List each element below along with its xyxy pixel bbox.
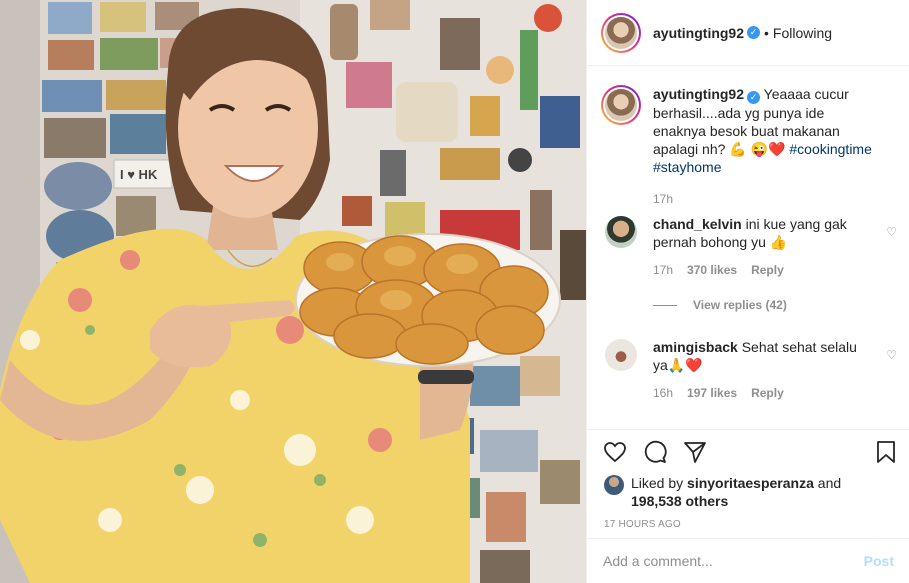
reply-button[interactable]: Reply bbox=[751, 261, 784, 279]
avatar-image bbox=[605, 89, 637, 121]
small-heart-icon[interactable]: ♡ bbox=[886, 348, 897, 362]
liked-by-user[interactable]: sinyoritaesperanza bbox=[687, 475, 814, 491]
add-comment-bar: Post bbox=[587, 538, 909, 583]
action-bar bbox=[603, 440, 707, 467]
author-avatar[interactable] bbox=[601, 12, 641, 53]
post-header: ayutingting92 ✓ • Following bbox=[587, 0, 909, 66]
instagram-post: I ♥ HK ayutingting92 ✓ • Following ayuti… bbox=[0, 0, 909, 583]
liked-by: Liked by sinyoritaesperanza and 198,538 … bbox=[604, 474, 841, 510]
comment-avatar[interactable] bbox=[605, 216, 637, 248]
caption-time: 17h bbox=[653, 192, 674, 206]
liked-by-and: and bbox=[817, 475, 842, 491]
post-caption: ayutingting92 ✓ Yeaaaa cucur berhasil....… bbox=[601, 85, 901, 208]
view-replies-button[interactable]: View replies (42) bbox=[653, 298, 787, 312]
post-actions-area: Liked by sinyoritaesperanza and 198,538 … bbox=[587, 429, 909, 538]
comment-username[interactable]: amingisback bbox=[653, 339, 738, 355]
post-comment-button[interactable]: Post bbox=[864, 553, 894, 569]
small-heart-icon[interactable]: ♡ bbox=[886, 225, 897, 239]
caption-username[interactable]: ayutingting92 bbox=[653, 86, 744, 102]
plate-of-cucur bbox=[295, 233, 561, 367]
photo-illustration: I ♥ HK bbox=[0, 0, 586, 583]
replies-line bbox=[653, 304, 677, 306]
author-username[interactable]: ayutingting92 bbox=[653, 25, 744, 41]
view-replies-label: View replies (42) bbox=[693, 298, 787, 312]
avatar-image bbox=[605, 16, 637, 49]
post-timestamp[interactable]: 17 HOURS AGO bbox=[604, 519, 681, 530]
caption-emojis: 😜❤️ bbox=[750, 141, 786, 157]
heart-icon[interactable] bbox=[603, 440, 627, 467]
verified-badge-icon: ✓ bbox=[747, 91, 761, 104]
likes-count[interactable]: 198,538 others bbox=[631, 493, 728, 509]
verified-badge-icon: ✓ bbox=[747, 26, 761, 39]
post-photo[interactable]: I ♥ HK bbox=[0, 0, 586, 583]
comment-input[interactable] bbox=[603, 553, 864, 569]
post-sidebar: ayutingting92 ✓ • Following ayutingting9… bbox=[586, 0, 909, 583]
comment-likes[interactable]: 197 likes bbox=[687, 384, 737, 402]
comment-item: chand_kelvin ini kue yang gak pernah boh… bbox=[601, 215, 901, 279]
comment-time: 16h bbox=[653, 386, 674, 400]
magnet-label: I ♥ HK bbox=[120, 167, 158, 182]
comment-likes[interactable]: 370 likes bbox=[687, 261, 737, 279]
comment-item: amingisback Sehat sehat selalu ya🙏❤️ 16h… bbox=[601, 338, 901, 402]
liked-by-prefix: Liked by bbox=[631, 475, 684, 491]
reply-button[interactable]: Reply bbox=[751, 384, 784, 402]
comment-icon[interactable] bbox=[643, 440, 667, 467]
separator-dot: • bbox=[764, 24, 769, 41]
comment-avatar[interactable] bbox=[605, 339, 637, 371]
liked-by-avatar[interactable] bbox=[604, 475, 624, 495]
comments-list[interactable]: ayutingting92 ✓ Yeaaaa cucur berhasil....… bbox=[587, 67, 909, 429]
comment-time: 17h bbox=[653, 263, 674, 277]
caption-author-avatar[interactable] bbox=[601, 85, 641, 125]
share-icon[interactable] bbox=[683, 440, 707, 467]
bookmark-icon[interactable] bbox=[874, 440, 898, 467]
comment-username[interactable]: chand_kelvin bbox=[653, 216, 742, 232]
following-button[interactable]: Following bbox=[773, 25, 832, 41]
